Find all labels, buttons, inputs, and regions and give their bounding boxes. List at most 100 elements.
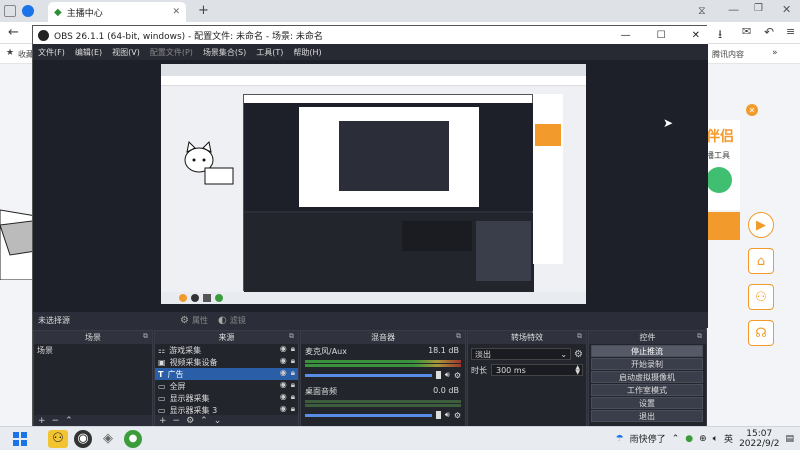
weather-text[interactable]: 雨快停了 (630, 432, 666, 445)
mini-cat-image (177, 140, 237, 190)
bookmark-star-icon[interactable]: ★ (6, 48, 14, 58)
mini-promo (533, 94, 563, 264)
transitions-header: 转场特效 ⧉ (468, 331, 586, 344)
transition-gear-icon[interactable]: ⚙ (574, 349, 583, 360)
notification-icon[interactable]: ▤ (785, 434, 794, 444)
weather-icon[interactable]: ☂ (616, 434, 624, 444)
undo-icon[interactable]: ↶ (764, 25, 774, 39)
ime-indicator[interactable]: 英 (724, 432, 733, 445)
mail-icon[interactable]: ✉ (742, 25, 751, 38)
volume-slider[interactable] (305, 373, 432, 377)
mini-taskbar (161, 292, 586, 304)
new-tab-button[interactable]: + (198, 3, 209, 18)
menu-tools[interactable]: 工具(T) (251, 47, 288, 58)
robot-icon[interactable]: ⚇ (748, 284, 774, 310)
properties-gear-icon[interactable]: ⚙ (180, 315, 189, 326)
menu-icon[interactable]: ≡ (786, 25, 795, 38)
clock[interactable]: 15:07 2022/9/2 (739, 429, 779, 449)
up-icon[interactable]: ⌃ (65, 416, 73, 426)
studio-mode-button[interactable]: 工作室模式 (591, 384, 703, 396)
play-circle-icon[interactable]: ▶ (748, 212, 774, 238)
speaker-icon[interactable]: 🔊︎ (445, 370, 450, 380)
obs-maximize-icon[interactable]: ☐ (657, 30, 666, 41)
settings-icon[interactable]: ⚙ (186, 416, 194, 426)
stop-streaming-button[interactable]: 停止推流 (591, 345, 703, 357)
obs-close-icon[interactable]: ✕ (692, 30, 700, 41)
monitor-icon: ▭ (158, 381, 166, 391)
obs-minimize-icon[interactable]: — (621, 30, 631, 41)
sources-header: 来源 ⧉ (155, 331, 298, 344)
gear-icon[interactable]: ⚙ (454, 411, 461, 420)
windows-taskbar: ⚇ ◉ ◈ ● ☂ 雨快停了 ⌃ ● ⊕ 🔈︎ 英 15:07 2022/9/2… (0, 426, 800, 450)
source-item[interactable]: ▣ 视频采集设备 ◉ 🔒︎ (155, 356, 298, 368)
channel-name: 桌面音频 (305, 387, 337, 396)
up-icon[interactable]: ⌃ (200, 416, 208, 426)
menu-help[interactable]: 帮助(H) (288, 47, 326, 58)
mixer-dock: 混音器 ⧉ 麦克风/Aux 18.1 dB 🔊︎ ⚙ 桌面音频 0.0 dB 🔊︎… (300, 330, 466, 428)
obs-preview-area[interactable]: ➤ (33, 60, 708, 312)
source-item[interactable]: ▭ 显示器采集 ◉ 🔒︎ (155, 392, 298, 404)
promo-panel: 伴侣 播工具 (706, 120, 740, 210)
menu-view[interactable]: 视图(V) (107, 47, 145, 58)
home-icon[interactable]: ⌂ (748, 248, 774, 274)
duration-input[interactable]: 300 ms ▲ ▼ (491, 364, 583, 376)
hourglass-icon[interactable]: ⧖ (698, 4, 706, 18)
menu-profile[interactable]: 配置文件(P) (145, 47, 198, 58)
windows-start-icon[interactable] (10, 430, 30, 448)
obs-taskbar-icon[interactable]: ◉ (74, 429, 92, 448)
app-icon[interactable]: ◈ (98, 430, 118, 448)
tab-strip-icon[interactable] (4, 5, 16, 17)
filters-button[interactable]: 滤镜 (230, 315, 246, 326)
lock-icon: 🔒︎ (290, 392, 295, 401)
gear-icon[interactable]: ⚙ (454, 371, 461, 380)
download-icon[interactable]: ⭳ (718, 25, 722, 46)
tab-close-icon[interactable]: ✕ (172, 7, 180, 17)
preview-recursive-capture (161, 64, 586, 304)
filters-icon[interactable]: ◐ (218, 315, 227, 326)
browser-logo-icon[interactable] (22, 5, 34, 17)
down-icon[interactable]: ⌄ (214, 416, 222, 426)
no-source-label: 未选择源 (38, 315, 70, 325)
close-icon[interactable]: ✕ (782, 3, 791, 16)
back-arrow-icon[interactable]: ← (8, 25, 19, 40)
volume-slider[interactable] (305, 413, 432, 417)
menu-edit[interactable]: 编辑(E) (70, 47, 107, 58)
menu-file[interactable]: 文件(F) (33, 47, 70, 58)
source-item[interactable]: ⚏ 游戏采集 ◉ 🔒︎ (155, 344, 298, 356)
eye-icon: ◉ (279, 392, 287, 401)
scene-item[interactable]: 场景 (34, 344, 152, 356)
source-item-selected[interactable]: T 广告 ◉ 🔒︎ (155, 368, 298, 380)
transition-select[interactable]: 淡出 ⌄ (471, 348, 572, 360)
streamer-app-icon[interactable]: ⚇ (48, 429, 68, 448)
volume-icon[interactable]: 🔈︎ (713, 434, 718, 444)
network-icon[interactable]: ⊕ (699, 434, 707, 444)
add-icon[interactable]: + (38, 416, 46, 426)
headset-icon[interactable]: ☊ (748, 320, 774, 346)
minimize-icon[interactable]: — (728, 3, 739, 16)
exit-button[interactable]: 退出 (591, 410, 703, 422)
virtual-camera-button[interactable]: 启动虚拟摄像机 (591, 371, 703, 383)
speaker-icon[interactable]: 🔊︎ (445, 410, 450, 420)
tab-anchor-center[interactable]: ◆ 主播中心 ✕ (48, 2, 186, 22)
lock-icon: 🔒︎ (290, 356, 295, 365)
settings-button[interactable]: 设置 (591, 397, 703, 409)
slider-handle[interactable] (435, 371, 441, 379)
bookmark-tencent[interactable]: 腾讯内容 (712, 49, 744, 60)
source-item[interactable]: ▭ 全屏 ◉ 🔒︎ (155, 380, 298, 392)
properties-button[interactable]: 属性 (192, 315, 208, 326)
add-icon[interactable]: + (159, 416, 167, 426)
tray-app-icon[interactable]: ● (685, 434, 693, 444)
promo-bar (706, 212, 740, 240)
tab-label: 主播中心 (66, 8, 103, 19)
tray-up-icon[interactable]: ⌃ (672, 434, 680, 444)
slider-handle[interactable] (435, 411, 441, 419)
menu-scene-collection[interactable]: 场景集合(S) (198, 47, 251, 58)
remove-icon[interactable]: − (173, 416, 181, 426)
bookmark-more-icon[interactable]: » (772, 48, 778, 58)
green-app-icon[interactable]: ● (124, 429, 142, 448)
eye-icon: ◉ (279, 344, 287, 353)
restore-icon[interactable]: ❐ (754, 3, 763, 14)
text-icon: T (158, 369, 164, 379)
start-recording-button[interactable]: 开始录制 (591, 358, 703, 370)
remove-icon[interactable]: − (52, 416, 60, 426)
